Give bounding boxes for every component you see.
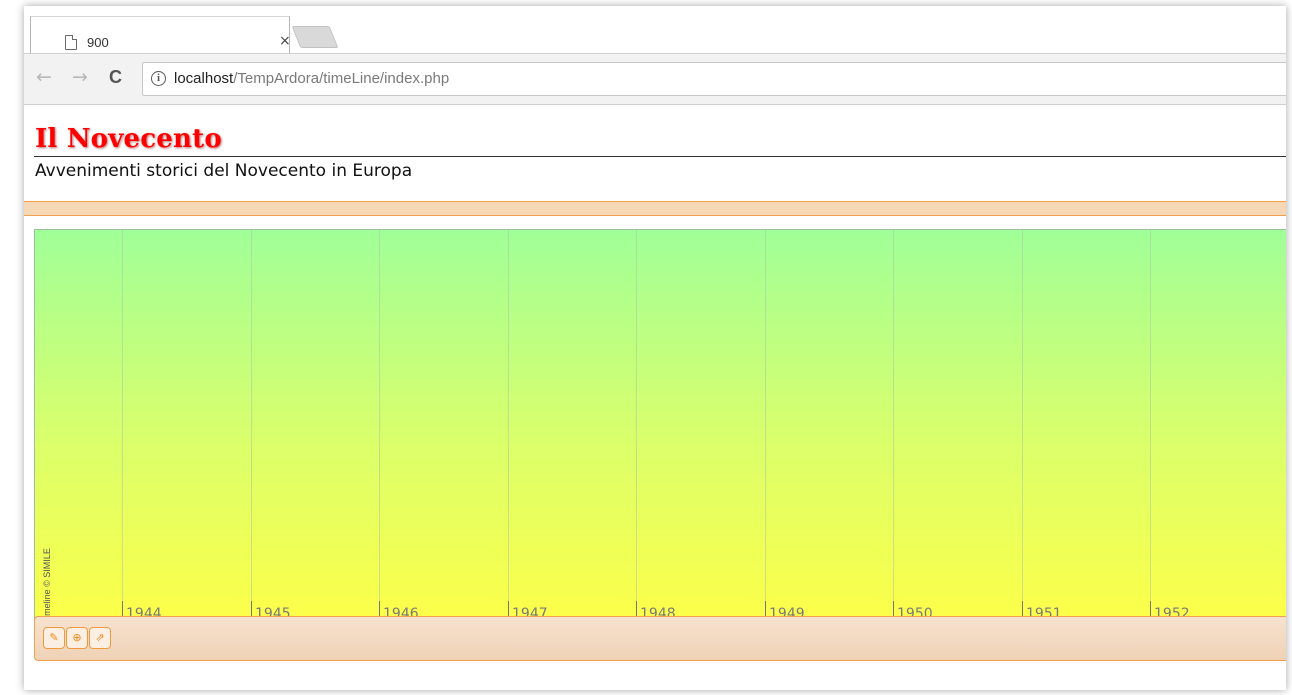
timeline-gridline: [765, 230, 766, 625]
address-bar[interactable]: i localhost/TempArdora/timeLine/index.ph…: [142, 62, 1286, 96]
browser-window: 900 × ← → C i localhost/TempArdora/timeL…: [24, 6, 1286, 690]
forward-arrow-icon[interactable]: →: [72, 66, 88, 88]
timeline-gridline: [251, 230, 252, 625]
page-subtitle: Avvenimenti storici del Novecento in Eur…: [35, 161, 413, 181]
page-content: Il Novecento Avvenimenti storici del Nov…: [24, 105, 1286, 690]
tab-title: 900: [87, 35, 109, 50]
close-tab-icon[interactable]: ×: [279, 33, 291, 49]
timeline-gridline: [508, 230, 509, 625]
url-host: localhost: [174, 70, 234, 87]
tab-strip: 900 ×: [24, 6, 1286, 55]
page-title: Il Novecento: [35, 124, 222, 154]
title-divider: [34, 156, 1286, 157]
timeline-gridline: [893, 230, 894, 625]
timeline-credit: Timeline © SIMILE: [42, 548, 52, 623]
timeline-controls-bar: ✎ ⊕ ⇗: [34, 616, 1286, 661]
timeline-gridline: [1022, 230, 1023, 625]
timeline-gridline: [636, 230, 637, 625]
timeline-overview-band[interactable]: [24, 201, 1286, 216]
external-link-icon[interactable]: ⇗: [89, 627, 111, 649]
info-icon[interactable]: i: [151, 71, 166, 86]
browser-tab[interactable]: 900 ×: [30, 16, 291, 55]
back-arrow-icon[interactable]: ←: [36, 66, 52, 88]
url-text: localhost/TempArdora/timeLine/index.php: [174, 70, 449, 87]
timeline-gridline: [1150, 230, 1151, 625]
browser-toolbar: ← → C i localhost/TempArdora/timeLine/in…: [24, 54, 1286, 105]
timeline-gridline: [122, 230, 123, 625]
url-path: /TempArdora/timeLine/index.php: [233, 70, 450, 87]
timeline-band[interactable]: Timeline © SIMILE 1944 1945 1946 1947 1948 19…: [34, 229, 1286, 626]
edit-icon[interactable]: ✎: [43, 627, 65, 649]
timeline-gridline: [379, 230, 380, 625]
filter-icon[interactable]: ⊕: [66, 627, 88, 649]
reload-icon[interactable]: C: [109, 66, 122, 88]
new-tab-button[interactable]: [291, 26, 339, 48]
page-icon: [65, 35, 77, 50]
